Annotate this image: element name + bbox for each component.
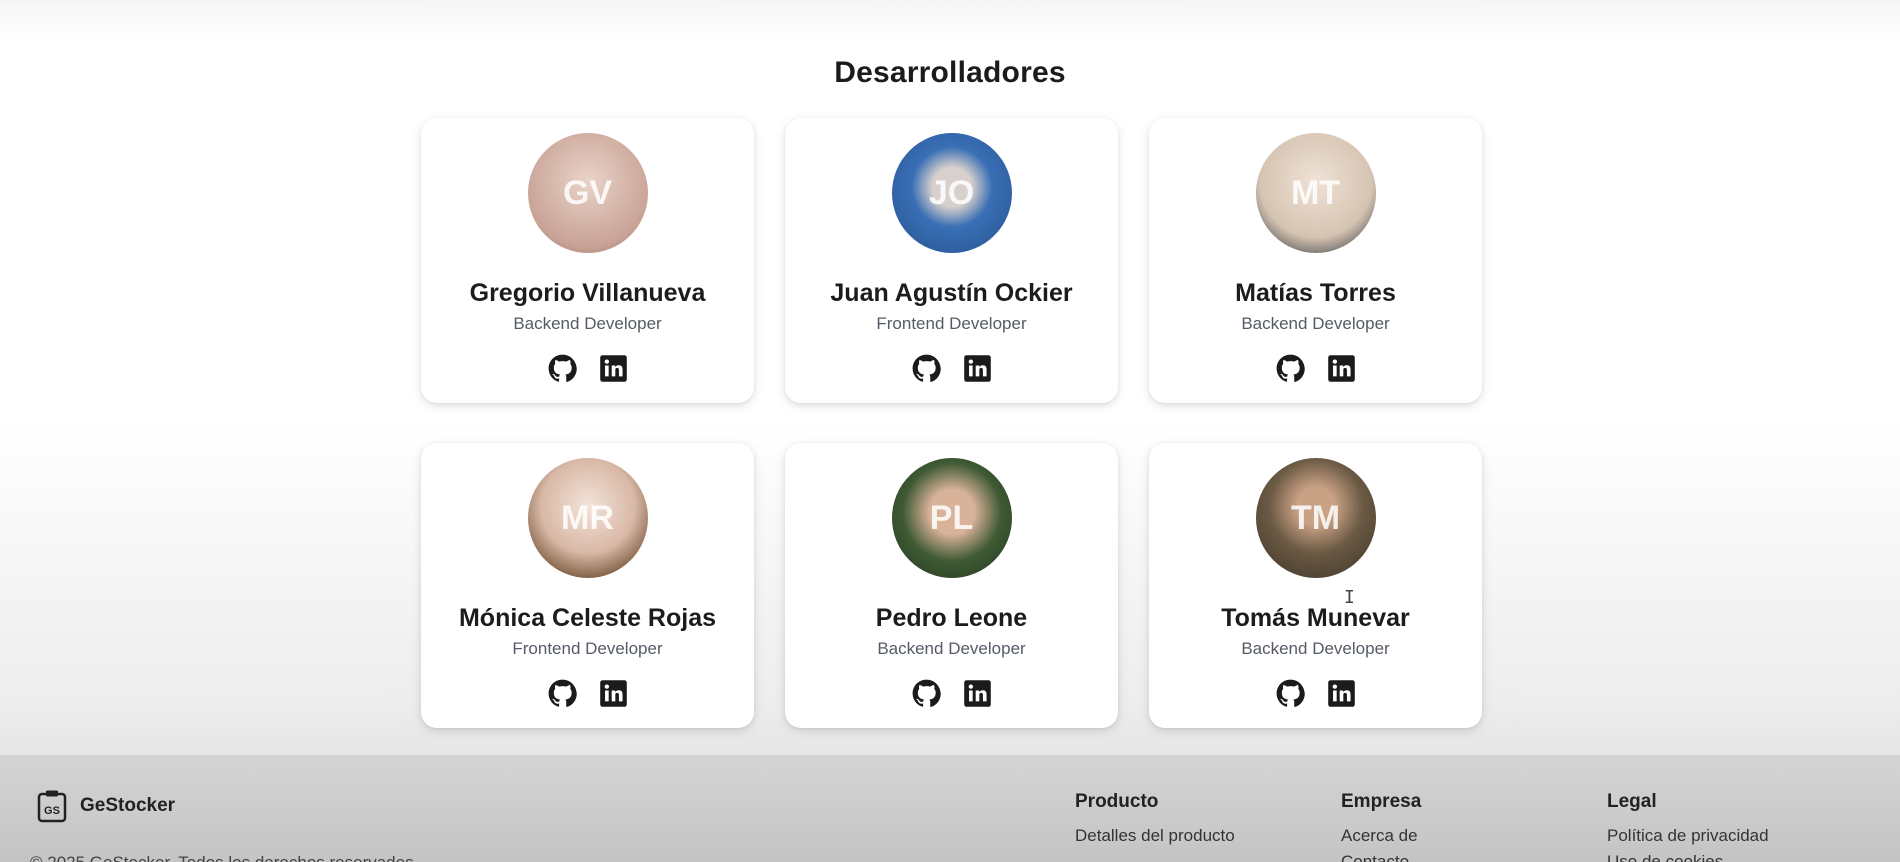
section-title: Desarrolladores (834, 56, 1066, 89)
developer-name: Tomás Munevar (1221, 604, 1410, 632)
social-links (912, 354, 992, 383)
developer-name: Pedro Leone (875, 604, 1028, 632)
developer-card: TM Tomás Munevar Backend Developer (1149, 443, 1482, 728)
footer-column-empresa: Empresa Acerca de Contacto (1341, 791, 1421, 862)
social-links (1276, 679, 1356, 708)
developer-role: Frontend Developer (876, 314, 1027, 333)
developer-card: MR Mónica Celeste Rojas Frontend Develop… (421, 443, 754, 728)
developer-role: Backend Developer (877, 639, 1026, 658)
developer-card: MT Matías Torres Backend Developer (1149, 118, 1482, 403)
avatar-initials: MR (561, 498, 614, 537)
github-icon[interactable] (912, 354, 941, 383)
avatar-initials: PL (929, 498, 974, 537)
footer-brand[interactable]: GS GeStocker (37, 789, 175, 823)
linkedin-icon[interactable] (1327, 679, 1356, 708)
text-cursor-icon: I (1344, 587, 1355, 608)
developer-card: JO Juan Agustín Ockier Frontend Develope… (785, 118, 1118, 403)
linkedin-icon[interactable] (1327, 354, 1356, 383)
github-icon[interactable] (1276, 354, 1305, 383)
developer-avatar: MT (1255, 133, 1376, 253)
github-icon[interactable] (912, 679, 941, 708)
social-links (912, 679, 992, 708)
developer-name: Juan Agustín Ockier (830, 279, 1073, 307)
developer-name: Mónica Celeste Rojas (458, 604, 717, 632)
developer-name: Matías Torres (1235, 279, 1396, 307)
developer-card: PL Pedro Leone Backend Developer (785, 443, 1118, 728)
footer-column-title: Legal (1607, 791, 1657, 812)
linkedin-icon[interactable] (963, 679, 992, 708)
github-icon[interactable] (548, 354, 577, 383)
developer-card: GV Gregorio Villanueva Backend Developer (421, 118, 754, 403)
footer-column-legal: Legal Política de privacidad Uso de cook… (1607, 791, 1769, 862)
developer-avatar: MR (527, 458, 648, 578)
brand-name: GeStocker (80, 795, 176, 816)
github-icon[interactable] (1276, 679, 1305, 708)
site-footer: GS GeStocker © 2025 GeStocker. Todos los… (0, 755, 1900, 862)
github-icon[interactable] (548, 679, 577, 708)
footer-column-producto: Producto Detalles del producto (1075, 791, 1235, 852)
developer-role: Frontend Developer (512, 639, 663, 658)
avatar-initials: JO (928, 173, 975, 212)
social-links (548, 354, 628, 383)
clipboard-logo-icon: GS (37, 790, 67, 823)
footer-link[interactable]: Detalles del producto (1075, 826, 1235, 846)
developers-grid: GV Gregorio Villanueva Backend Developer… (421, 118, 1482, 728)
copyright-text: © 2025 GeStocker. Todos los derechos res… (30, 853, 418, 862)
footer-link[interactable]: Política de privacidad (1607, 826, 1769, 846)
developer-avatar: TM (1255, 458, 1376, 578)
developer-name: Gregorio Villanueva (469, 279, 706, 307)
avatar-initials: TM (1290, 498, 1341, 537)
social-links (1276, 354, 1356, 383)
footer-column-title: Empresa (1341, 791, 1422, 812)
developer-avatar: JO (891, 133, 1012, 253)
developer-avatar: PL (891, 458, 1012, 578)
logo-text: GS (44, 805, 60, 817)
linkedin-icon[interactable] (599, 354, 628, 383)
footer-column-title: Producto (1075, 791, 1159, 812)
developer-role: Backend Developer (513, 314, 662, 333)
developer-role: Backend Developer (1241, 314, 1390, 333)
linkedin-icon[interactable] (599, 679, 628, 708)
avatar-initials: GV (562, 173, 613, 212)
footer-link[interactable]: Acerca de (1341, 826, 1421, 846)
footer-link[interactable]: Uso de cookies (1607, 852, 1769, 862)
linkedin-icon[interactable] (963, 354, 992, 383)
social-links (548, 679, 628, 708)
avatar-initials: MT (1290, 173, 1341, 212)
developer-avatar: GV (527, 133, 648, 253)
footer-link[interactable]: Contacto (1341, 852, 1421, 862)
developer-role: Backend Developer (1241, 639, 1390, 658)
